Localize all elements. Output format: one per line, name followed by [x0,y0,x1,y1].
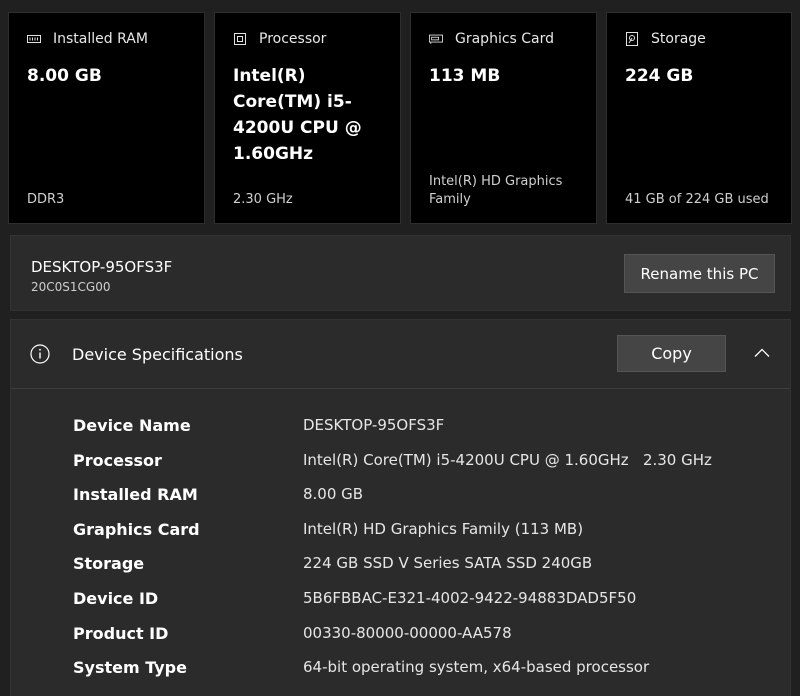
pc-name-panel: DESKTOP-95OFS3F 20C0S1CG00 Rename this P… [10,235,791,311]
summary-cards: Installed RAM 8.00 GB DDR3 Processor Int… [8,12,792,226]
card-graphics-card: Graphics Card 113 MB Intel(R) HD Graphic… [410,12,597,224]
spec-row-installed-ram: Installed RAM 8.00 GB [73,485,773,520]
spec-label: Device Name [73,416,191,435]
spec-label: Storage [73,554,145,574]
device-specifications-panel: Device Specifications Copy Device Name D… [10,319,791,696]
rename-pc-button[interactable]: Rename this PC [624,254,775,293]
spec-value: Intel(R) HD Graphics Family (113 MB) [303,519,584,538]
card-label: Graphics Card [455,31,555,47]
device-specifications-header[interactable]: Device Specifications Copy [11,320,790,389]
spec-value: Intel(R) Core(TM) i5-4200U CPU @ 1.60GHz… [303,450,712,469]
processor-icon [233,32,247,46]
pc-model: 20C0S1CG00 [31,280,111,294]
spec-label: Graphics Card [73,519,200,539]
spec-label: Device ID [73,588,159,608]
spec-row-product-id: Product ID 00330-80000-00000-AA578 [73,624,773,659]
spec-row-graphics-card: Graphics Card Intel(R) HD Graphics Famil… [73,520,773,555]
spec-value: 64-bit operating system, x64-based proce… [303,658,650,677]
card-value: 224 GB [625,66,694,86]
card-header: Installed RAM [27,31,148,47]
spec-value: 224 GB SSD V Series SATA SSD 240GB [303,554,593,573]
card-installed-ram: Installed RAM 8.00 GB DDR3 [8,12,205,224]
pc-name: DESKTOP-95OFS3F [31,258,173,276]
settings-about-page: Installed RAM 8.00 GB DDR3 Processor Int… [0,0,800,696]
copy-button[interactable]: Copy [617,335,726,372]
card-processor: Processor Intel(R) Core(TM) i5-4200U CPU… [214,12,401,224]
card-label: Processor [259,31,327,47]
spec-value: 5B6FBBAC-E321-4002-9422-94883DAD5F50 [303,588,637,607]
chevron-up-icon[interactable] [751,342,773,364]
card-value: 8.00 GB [27,66,102,86]
card-header: Graphics Card [429,31,554,47]
card-footer: 41 GB of 224 GB used [625,192,769,207]
card-value: Intel(R) Core(TM) i5-4200U CPU @ 1.60GHz [233,66,362,164]
spec-row-storage: Storage 224 GB SSD V Series SATA SSD 240… [73,554,773,589]
card-header: Storage [625,31,706,47]
spec-row-processor: Processor Intel(R) Core(TM) i5-4200U CPU… [73,451,773,486]
card-label: Installed RAM [53,31,148,47]
spec-label: Installed RAM [73,485,198,505]
spec-row-device-id: Device ID 5B6FBBAC-E321-4002-9422-94883D… [73,589,773,624]
card-header: Processor [233,31,326,47]
spec-value: DESKTOP-95OFS3F [303,416,445,434]
card-storage: Storage 224 GB 41 GB of 224 GB used [606,12,792,224]
card-footer: DDR3 [27,192,65,207]
card-value: 113 MB [429,66,501,86]
spec-value: 8.00 GB [303,485,364,504]
spec-value: 00330-80000-00000-AA578 [303,623,512,642]
card-footer: 2.30 GHz [233,192,293,207]
spec-label: Processor [73,450,162,470]
spec-row-system-type: System Type 64-bit operating system, x64… [73,658,773,693]
storage-icon [625,32,639,46]
specifications-list: Device Name DESKTOP-95OFS3F Processor In… [73,416,773,693]
spec-row-device-name: Device Name DESKTOP-95OFS3F [73,416,773,451]
info-icon [30,344,50,364]
device-specifications-title: Device Specifications [72,345,243,364]
card-footer: Intel(R) HD Graphics Family [429,174,563,207]
ram-icon [27,32,41,46]
spec-label: Product ID [73,623,169,643]
spec-label: System Type [73,658,187,678]
card-label: Storage [651,31,706,47]
graphics-card-icon [429,32,443,46]
